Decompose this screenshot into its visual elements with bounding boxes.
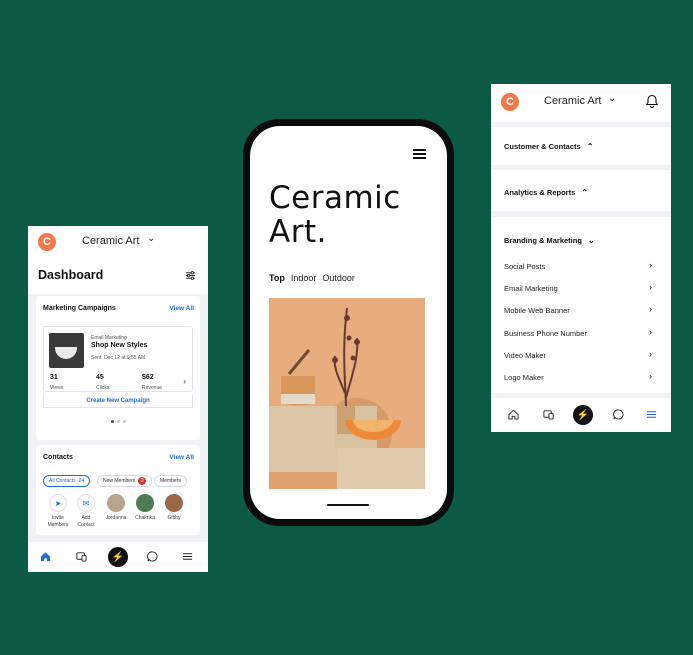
- contact-label: Gibby: [167, 515, 181, 521]
- marketing-campaigns-card: Marketing Campaigns View All Email Marke…: [36, 296, 200, 440]
- menu-item-video-maker[interactable]: Video Maker: [504, 351, 546, 360]
- home-indicator: [327, 504, 369, 506]
- brand-logo[interactable]: C: [38, 233, 56, 251]
- tab-indoor[interactable]: Indoor: [291, 273, 317, 283]
- chip-count: 24: [78, 478, 85, 484]
- devices-icon[interactable]: [543, 409, 554, 420]
- avatar[interactable]: [136, 494, 154, 512]
- carousel-dots[interactable]: [111, 420, 126, 423]
- chevron-down-icon[interactable]: ⌄: [608, 93, 616, 104]
- section-branding-marketing: Branding & Marketing ⌄ Social Posts › Ema…: [491, 217, 671, 393]
- send-icon[interactable]: ➤: [49, 494, 67, 512]
- tab-outdoor[interactable]: Outdoor: [322, 273, 355, 283]
- section-analytics-reports[interactable]: Analytics & Reports ⌃: [491, 170, 671, 211]
- view-all-link[interactable]: View All: [169, 454, 194, 461]
- chip-label: Members: [160, 478, 181, 484]
- heading-line: Art.: [269, 214, 327, 250]
- menu-icon[interactable]: [182, 551, 193, 562]
- stat-label: Views: [50, 385, 64, 391]
- stat-label: Revenue: [142, 385, 163, 391]
- chevron-right-icon[interactable]: ›: [649, 304, 652, 314]
- card-title: Marketing Campaigns: [43, 305, 116, 312]
- filter-icon[interactable]: [185, 270, 196, 281]
- contacts-card: Contacts View All All Contacts 24 New Me…: [36, 445, 200, 535]
- menu-icon[interactable]: [413, 149, 426, 159]
- menu-item-email-marketing[interactable]: Email Marketing: [504, 284, 558, 293]
- view-all-link[interactable]: View All: [169, 305, 194, 312]
- avatar[interactable]: [165, 494, 183, 512]
- home-icon[interactable]: [40, 551, 51, 562]
- app-header: C Ceramic Art ⌄: [28, 226, 208, 262]
- menu-item-logo-maker[interactable]: Logo Maker: [504, 373, 544, 382]
- stat-value: 45: [96, 374, 104, 381]
- chat-icon[interactable]: [147, 551, 158, 562]
- menu-screen: C Ceramic Art ⌄ Customer & Contacts ⌃ Ana…: [491, 84, 671, 432]
- contact-label: Add Contact: [77, 515, 95, 528]
- campaign-thumbnail: [49, 333, 84, 368]
- heading-line: Ceramic: [269, 180, 401, 216]
- campaign-sent-date: Sent: Dec 12 at 9:55 AM: [91, 355, 146, 361]
- chevron-up-icon: ⌃: [586, 142, 594, 151]
- dashboard-bar: Dashboard: [28, 262, 208, 294]
- devices-icon[interactable]: [76, 551, 87, 562]
- chevron-up-icon: ⌃: [581, 188, 588, 197]
- hero-image: [269, 298, 425, 489]
- bolt-icon[interactable]: ⚡: [573, 405, 593, 425]
- home-icon[interactable]: [508, 409, 519, 420]
- phone-mockup: Ceramic Art. Top Indoor Outdoor: [243, 119, 454, 526]
- section-title: Customer & Contacts: [504, 142, 581, 151]
- bottom-nav: ⚡: [491, 398, 671, 432]
- section-customer-contacts[interactable]: Customer & Contacts ⌃: [491, 127, 671, 165]
- mail-plus-icon[interactable]: ✉: [77, 494, 95, 512]
- campaign-type: Email Marketing: [91, 335, 127, 341]
- site-name[interactable]: Ceramic Art: [82, 235, 139, 247]
- bottom-nav: ⚡: [28, 542, 208, 572]
- section-title: Branding & Marketing: [504, 236, 582, 245]
- menu-icon[interactable]: [646, 409, 657, 420]
- category-tabs: Top Indoor Outdoor: [269, 273, 355, 283]
- campaign-title: Shop New Styles: [91, 342, 148, 349]
- create-campaign-button[interactable]: Create New Campaign: [43, 394, 193, 408]
- chevron-down-icon[interactable]: ⌄: [147, 233, 155, 244]
- tab-top[interactable]: Top: [269, 273, 285, 283]
- count-badge: 2: [138, 477, 147, 485]
- stat-label: Clicks: [96, 385, 110, 391]
- stat-value: $62: [142, 374, 154, 381]
- chevron-right-icon[interactable]: ›: [183, 377, 186, 386]
- filter-chip-new-members[interactable]: New Members 2: [97, 475, 153, 487]
- app-header: C Ceramic Art ⌄: [491, 84, 671, 122]
- chevron-right-icon[interactable]: ›: [649, 371, 652, 381]
- avatar[interactable]: [107, 494, 125, 512]
- chat-icon[interactable]: [613, 409, 624, 420]
- dashboard-screen: C Ceramic Art ⌄ Dashboard Marketing Camp…: [28, 226, 208, 572]
- stat-value: 31: [50, 374, 58, 381]
- chip-label: New Members: [103, 478, 136, 484]
- card-title: Contacts: [43, 454, 73, 461]
- chip-label: All Contacts: [49, 478, 76, 484]
- section-header[interactable]: Branding & Marketing ⌄: [504, 236, 595, 245]
- site-name[interactable]: Ceramic Art: [544, 95, 601, 107]
- brand-logo[interactable]: C: [501, 93, 519, 111]
- bell-icon[interactable]: [645, 94, 659, 108]
- page-title: Dashboard: [38, 268, 104, 282]
- site-heading: Ceramic Art.: [269, 181, 401, 249]
- chevron-right-icon[interactable]: ›: [649, 349, 652, 359]
- bolt-icon[interactable]: ⚡: [108, 547, 128, 567]
- phone-screen: Ceramic Art. Top Indoor Outdoor: [250, 126, 447, 519]
- menu-item-business-phone-number[interactable]: Business Phone Number: [504, 329, 587, 338]
- filter-chip-members[interactable]: Members: [154, 475, 187, 487]
- chevron-right-icon[interactable]: ›: [649, 327, 652, 337]
- campaign-item[interactable]: Email Marketing Shop New Styles Sent: De…: [43, 326, 193, 392]
- menu-item-social-posts[interactable]: Social Posts: [504, 262, 545, 271]
- chevron-right-icon[interactable]: ›: [649, 282, 652, 292]
- menu-item-mobile-web-banner[interactable]: Mobile Web Banner: [504, 306, 570, 315]
- filter-chip-all-contacts[interactable]: All Contacts 24: [43, 475, 91, 487]
- chevron-right-icon[interactable]: ›: [649, 260, 652, 270]
- ceramics-photo: [269, 298, 425, 489]
- chevron-down-icon: ⌄: [587, 236, 595, 245]
- section-title: Analytics & Reports: [504, 188, 576, 197]
